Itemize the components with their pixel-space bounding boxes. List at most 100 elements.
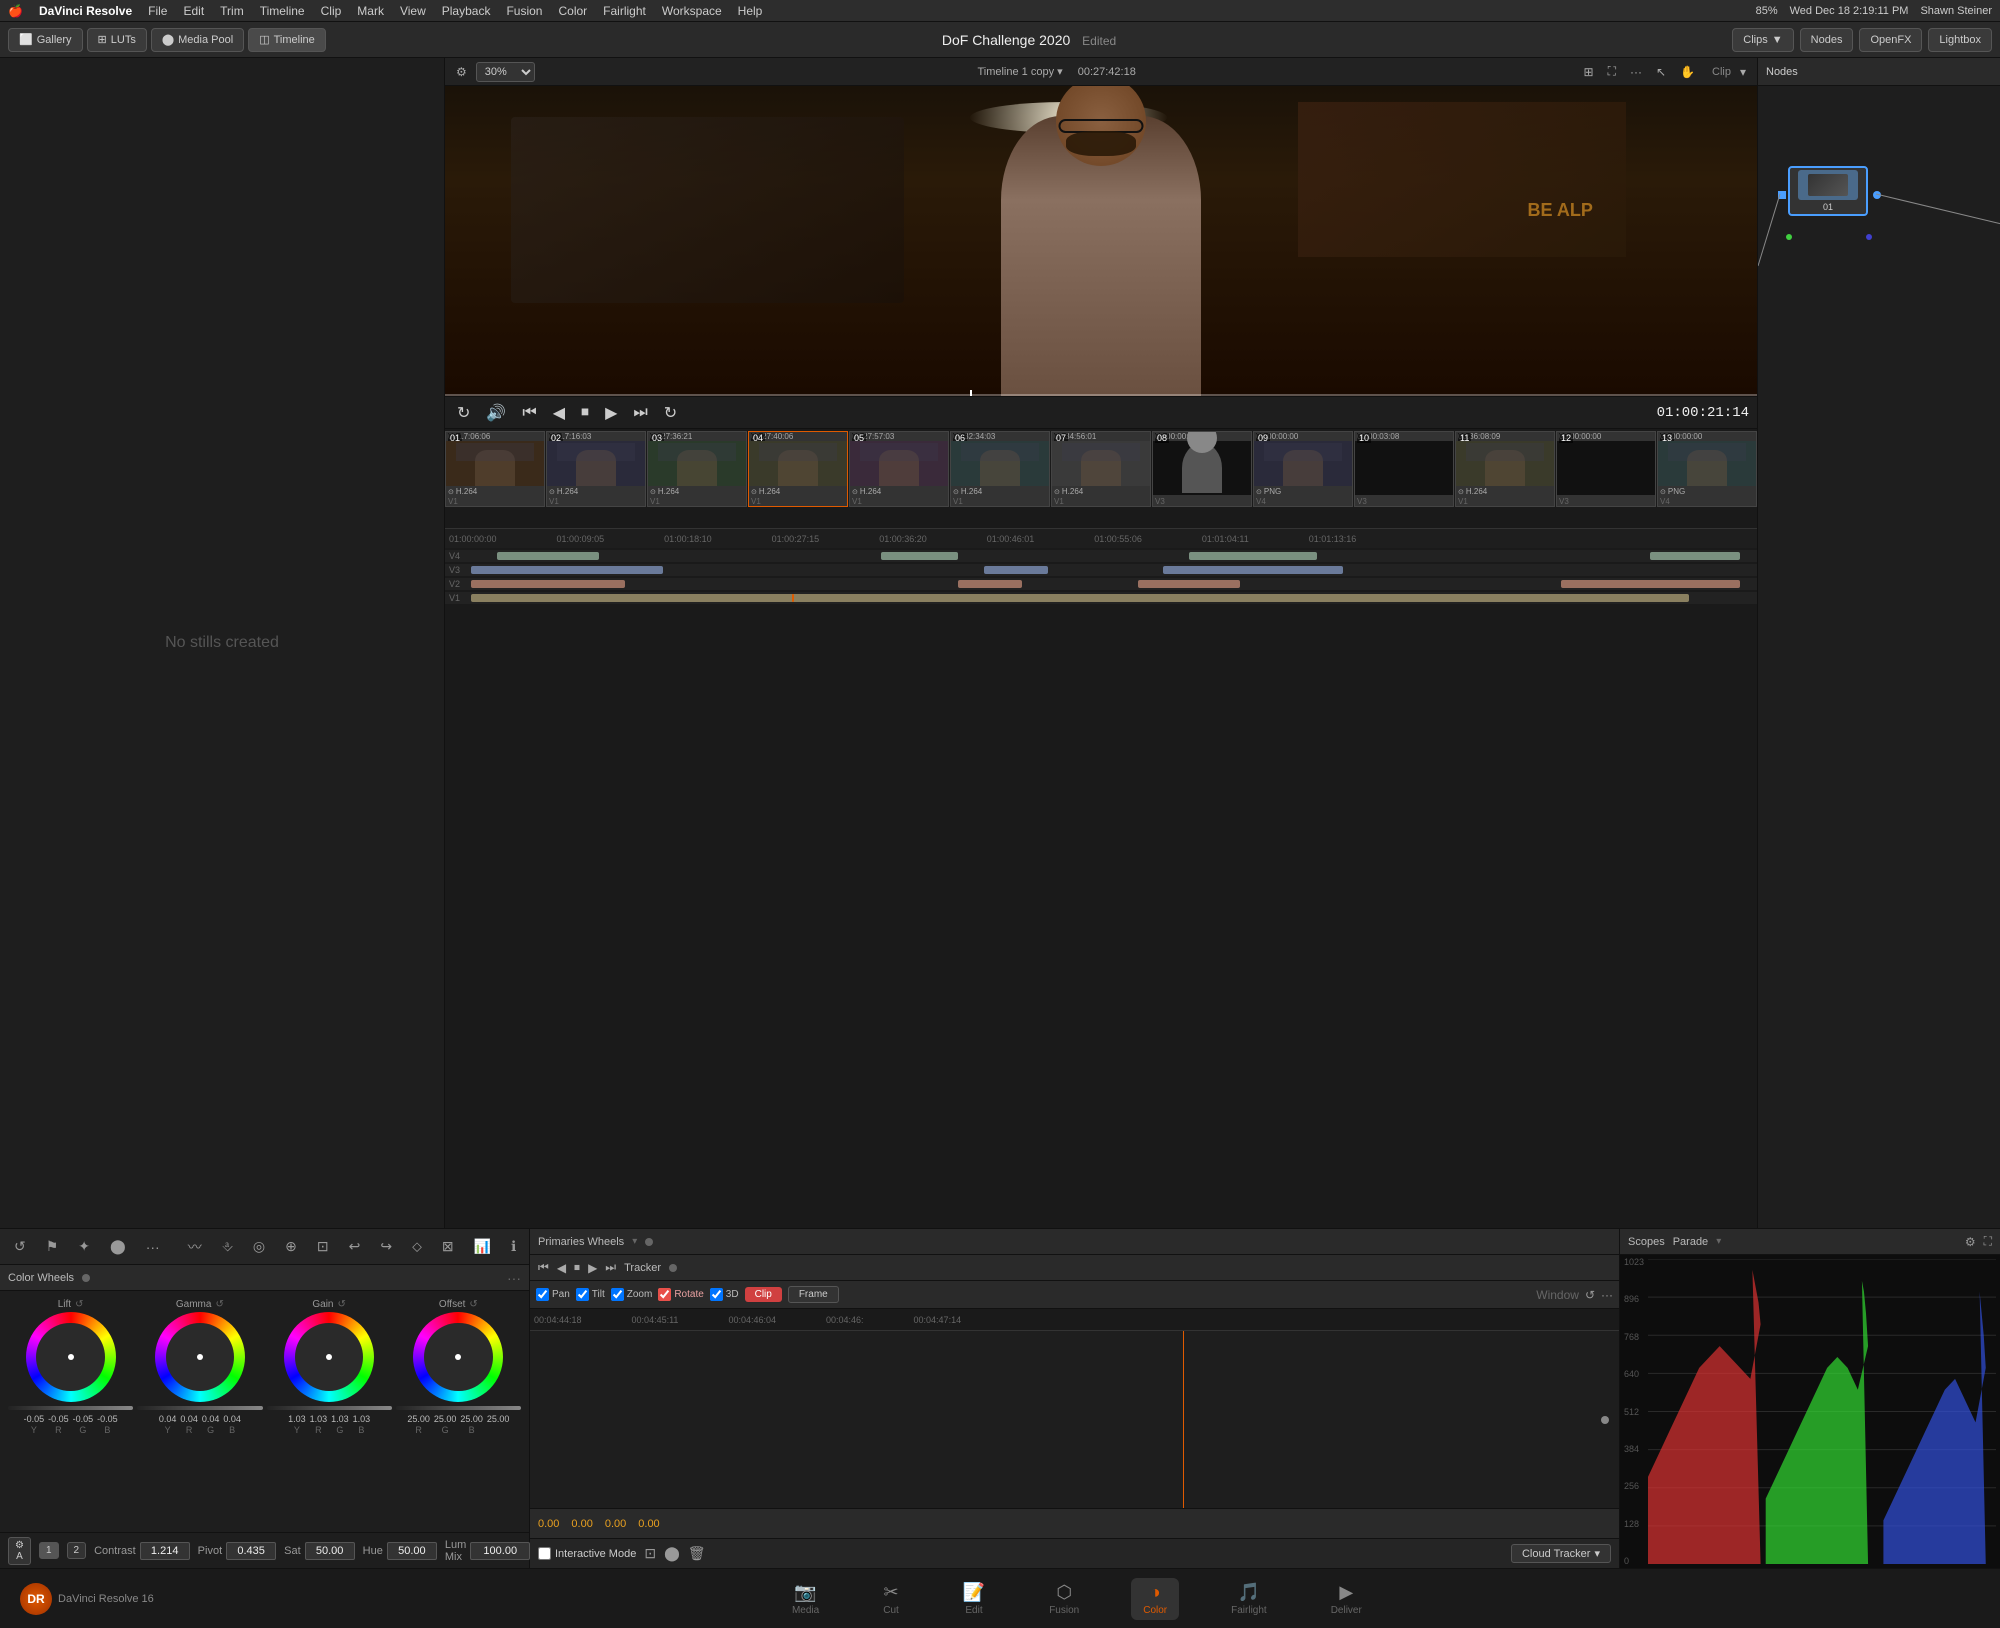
window-more-btn[interactable]: ··· (1601, 1288, 1613, 1302)
clip-01[interactable]: 01 00:17:06:06 ⊙ H.264 V1 (445, 431, 545, 507)
prev-frame-btn[interactable]: ◀ (549, 401, 569, 425)
blur-btn[interactable]: ◎ (247, 1235, 271, 1258)
sat-input[interactable] (305, 1542, 355, 1560)
scope-btn[interactable]: 📊 (468, 1235, 497, 1258)
timeline-tab[interactable]: ◫ Timeline (248, 28, 326, 52)
tilt-check[interactable]: Tilt (576, 1288, 605, 1301)
3d-check[interactable]: 3D (710, 1288, 739, 1301)
clip-13[interactable]: 13 00:00:00:00 ⊙ PNG V4 (1657, 431, 1757, 507)
hand-btn[interactable]: ✋ (1675, 63, 1700, 81)
reset-btn[interactable]: ↺ (8, 1235, 32, 1258)
pan-check[interactable]: Pan (536, 1288, 570, 1301)
nav-item-color[interactable]: ◑ Color (1131, 1578, 1179, 1620)
menu-view[interactable]: View (400, 4, 426, 18)
tracker-play[interactable]: ▶ (588, 1261, 597, 1275)
loop-end-btn[interactable]: ↻ (660, 401, 681, 425)
stop-btn[interactable]: ⏹ (577, 402, 593, 424)
clip-11[interactable]: 11 00:36:08:09 ⊙ H.264 V1 (1455, 431, 1555, 507)
nodes-btn[interactable]: Nodes (1800, 28, 1854, 52)
redo-color-btn[interactable]: ↪ (374, 1235, 398, 1258)
zoom-check[interactable]: Zoom (611, 1288, 653, 1301)
lum-btn-2[interactable]: 2 (67, 1542, 87, 1559)
menu-file[interactable]: File (148, 4, 167, 18)
cursor-btn[interactable]: ↖ (1651, 63, 1671, 81)
menu-help[interactable]: Help (738, 4, 763, 18)
key-btn[interactable]: ⎀ (216, 1235, 239, 1258)
menu-edit[interactable]: Edit (183, 4, 204, 18)
menu-fairlight[interactable]: Fairlight (603, 4, 646, 18)
wheel-reset-2[interactable]: ↺ (337, 1299, 345, 1310)
wheel-circle-3[interactable] (413, 1312, 503, 1402)
pivot-input[interactable] (226, 1542, 276, 1560)
clip-09[interactable]: 09 00:00:00:00 ⊙ PNG V4 (1253, 431, 1353, 507)
clip-12[interactable]: 12 00:00:00:00 V3 (1556, 431, 1656, 507)
viewer-more-btn[interactable]: ··· (1625, 63, 1647, 81)
audio-btn[interactable]: 🔊 (482, 401, 510, 425)
clip-06[interactable]: 06 00:32:34:03 ⊙ H.264 V1 (950, 431, 1050, 507)
clips-view-btn[interactable]: Clips ▼ (1732, 28, 1793, 52)
openfx-btn[interactable]: OpenFX (1859, 28, 1922, 52)
menu-mark[interactable]: Mark (357, 4, 384, 18)
nav-item-cut[interactable]: ✂ Cut (871, 1578, 911, 1620)
loop-btn[interactable]: ↻ (453, 401, 474, 425)
rotate-check[interactable]: Rotate (658, 1288, 703, 1301)
play-btn[interactable]: ▶ (601, 401, 621, 425)
primaries-dropdown[interactable]: ▾ (632, 1236, 637, 1247)
menu-fusion[interactable]: Fusion (506, 4, 542, 18)
node-01[interactable]: 01 (1788, 166, 1868, 216)
viewer-options-btn[interactable]: ⚙ (451, 63, 472, 81)
wheel-circle-0[interactable] (26, 1312, 116, 1402)
clip-10[interactable]: 10 00:00:03:08 V3 (1354, 431, 1454, 507)
rotate-checkbox[interactable] (658, 1288, 671, 1301)
resize-btn[interactable]: ⊡ (311, 1235, 335, 1258)
clip-07[interactable]: 07 00:34:56:01 ⊙ H.264 V1 (1051, 431, 1151, 507)
wheel-reset-3[interactable]: ↺ (469, 1299, 477, 1310)
pan-checkbox[interactable] (536, 1288, 549, 1301)
cloud-tracker-btn[interactable]: Cloud Tracker ▾ (1511, 1544, 1611, 1563)
menu-color[interactable]: Color (558, 4, 587, 18)
clip-08[interactable]: 08 00:00:00:00 V3 (1152, 431, 1252, 507)
interactive-icon-1[interactable]: ⊡ (644, 1545, 656, 1562)
go-end-btn[interactable]: ⏭ (629, 402, 651, 424)
wheel-circle-1[interactable] (155, 1312, 245, 1402)
wave-btn[interactable]: 〰 (182, 1234, 208, 1260)
scopes-settings-btn[interactable]: ⚙ (1965, 1235, 1976, 1249)
nav-item-media[interactable]: 📷 Media (780, 1578, 831, 1620)
hue-input[interactable] (387, 1542, 437, 1560)
wheel-reset-0[interactable]: ↺ (75, 1299, 83, 1310)
wheel-circle-2[interactable] (284, 1312, 374, 1402)
media-pool-tab[interactable]: ⬤ Media Pool (151, 28, 244, 52)
zoom-select[interactable]: 30% 50% 100% (476, 62, 535, 82)
stabilize-btn[interactable]: ⊠ (436, 1235, 460, 1258)
tracker-prev[interactable]: ◀ (557, 1261, 566, 1275)
clip-02[interactable]: 02 00:17:16:03 ⊙ H.264 V1 (546, 431, 646, 507)
scopes-fullscreen-btn[interactable]: ⛶ (1984, 1234, 1992, 1249)
viewer-fullscreen-btn[interactable]: ⛶ (1603, 62, 1621, 81)
undo-color-btn[interactable]: ↩ (343, 1235, 367, 1258)
apple-menu[interactable]: 🍎 (8, 4, 23, 18)
wheel-slider-0[interactable] (8, 1406, 133, 1410)
tilt-checkbox[interactable] (576, 1288, 589, 1301)
gallery-tab[interactable]: ⬜ Gallery (8, 28, 83, 52)
info-btn[interactable]: ℹ (505, 1235, 522, 1258)
interactive-mode-checkbox[interactable] (538, 1547, 551, 1560)
3d-checkbox[interactable] (710, 1288, 723, 1301)
color-picker-btn[interactable]: ✦ (72, 1235, 96, 1258)
wheel-reset-1[interactable]: ↺ (215, 1299, 223, 1310)
tracker-go-start[interactable]: ⏮ (538, 1260, 549, 1275)
clip-03[interactable]: 03 00:27:36:21 ⊙ H.264 V1 (647, 431, 747, 507)
lum-btn-1[interactable]: 1 (39, 1542, 59, 1559)
zoom-checkbox[interactable] (611, 1288, 624, 1301)
menu-workspace[interactable]: Workspace (662, 4, 722, 18)
clip-btn[interactable]: Clip (745, 1287, 782, 1302)
color-wheels-more[interactable]: ··· (507, 1270, 521, 1286)
interactive-delete-btn[interactable]: 🗑 (688, 1545, 706, 1562)
menu-playback[interactable]: Playback (442, 4, 491, 18)
wheel-slider-3[interactable] (396, 1406, 521, 1410)
scopes-dropdown[interactable]: ▾ (1716, 1236, 1721, 1247)
more-color-btn[interactable]: ··· (140, 1236, 166, 1258)
luts-tab[interactable]: ⊞ LUTs (87, 28, 147, 52)
frame-btn[interactable]: Frame (788, 1286, 839, 1303)
clip-05[interactable]: 05 00:27:57:03 ⊙ H.264 V1 (849, 431, 949, 507)
transform-btn[interactable]: ⊕ (279, 1235, 303, 1258)
